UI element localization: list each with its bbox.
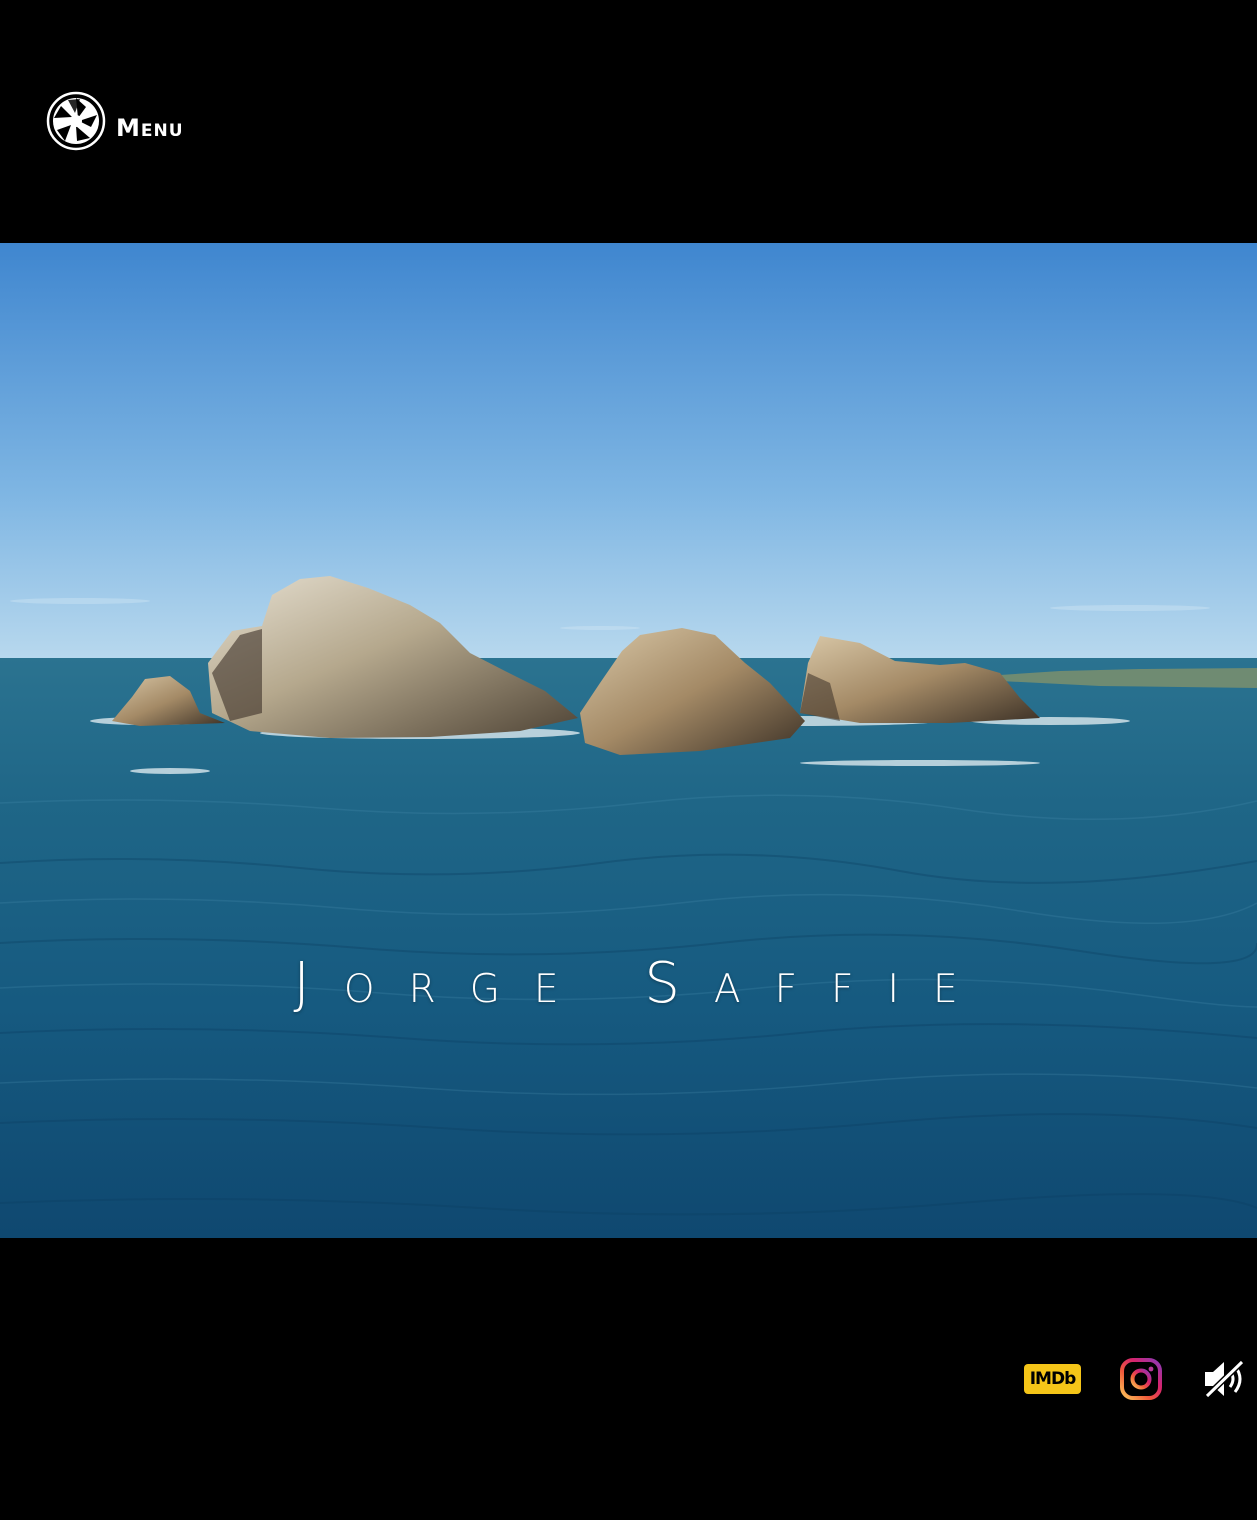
menu-button[interactable]: Menu (46, 90, 184, 152)
sea-rocks-image (0, 243, 1257, 1238)
camera-shutter-icon (46, 91, 106, 151)
hero-video: Jorge Saffie (0, 243, 1257, 1238)
instagram-icon[interactable] (1119, 1357, 1163, 1401)
imdb-label: IMDb (1029, 1369, 1077, 1389)
speaker-muted-icon[interactable] (1202, 1358, 1248, 1400)
menu-label: Menu (116, 114, 184, 142)
page: Menu Jorge Saffie IMDb (0, 0, 1257, 1520)
imdb-link[interactable]: IMDb (1024, 1364, 1081, 1394)
hero-title: Jorge Saffie (293, 951, 992, 1016)
